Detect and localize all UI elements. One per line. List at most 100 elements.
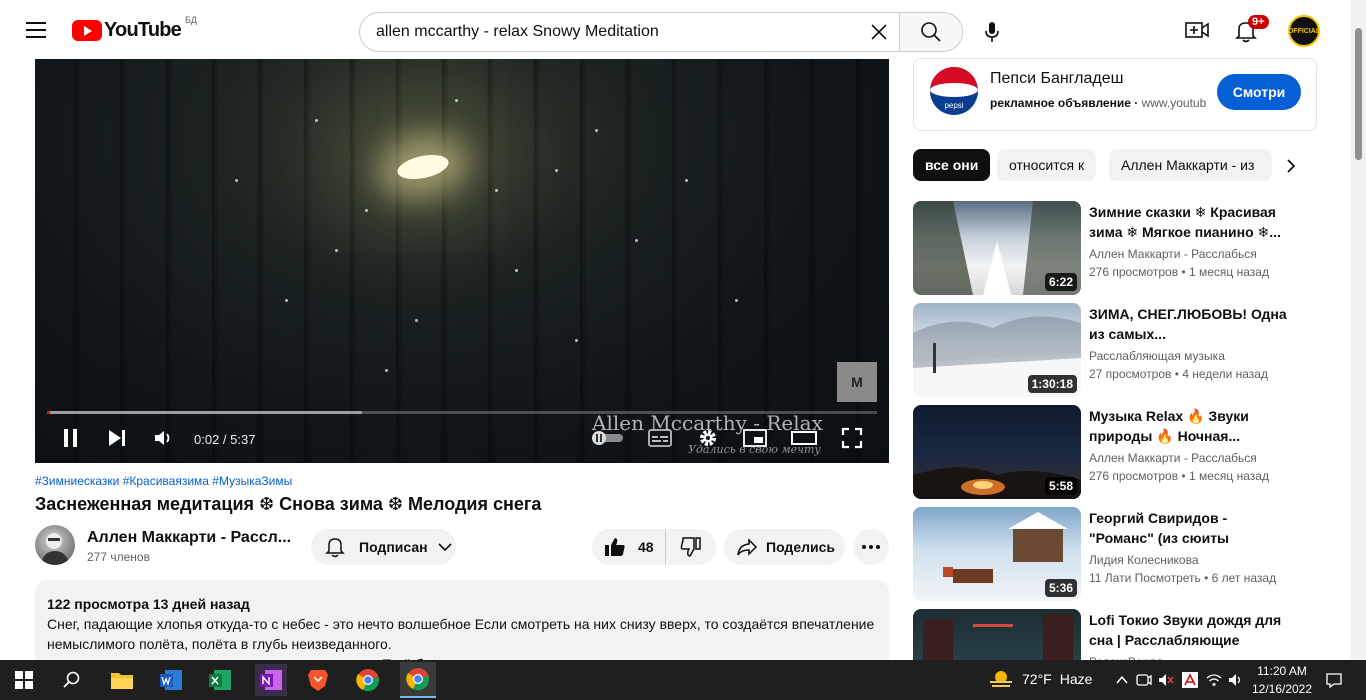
like-button[interactable]: 48 [592,529,666,565]
recommendation-item[interactable]: 1:30:18 ЗИМА, СНЕГ.ЛЮБОВЬ! Одна из самых… [913,303,1313,397]
volume-muted-icon[interactable] [1158,672,1174,688]
recommendation-thumbnail[interactable]: 1:30:18 [913,303,1081,397]
share-button[interactable]: Поделись [724,529,845,565]
views: 276 просмотров [1089,469,1179,483]
channel-name[interactable]: Аллен Маккарти - Рассл... [87,529,291,547]
description-box[interactable]: 122 просмотра 13 дней назад Снег, падающ… [35,580,889,672]
user-avatar[interactable]: OFFICIAL [1288,15,1320,47]
search-input[interactable] [376,23,859,41]
meet-now-icon[interactable] [1136,672,1152,688]
notification-count-badge: 9+ [1248,15,1269,29]
chip-related[interactable]: относится к [997,149,1097,181]
speaker-icon[interactable] [1228,672,1244,688]
recommendation-channel[interactable]: Аллен Маккарти - Расслабься [1089,451,1257,465]
recommendation-stats: 276 просмотров • 1 месяц назад [1089,265,1269,279]
video-hashtags[interactable]: #Зимниесказки #Красиваязима #МузыкаЗимы [35,474,292,488]
theater-mode-button[interactable] [789,425,819,451]
subscribe-button[interactable]: Подписан [311,529,456,565]
recommendation-channel[interactable]: Аллен Маккарти - Расслабься [1089,247,1257,261]
video-duration: 5:58 [1044,477,1077,495]
description-text: Снег, падающие хлопья откуда-то с небес … [47,616,875,652]
menu-icon[interactable] [26,22,46,38]
more-actions-button[interactable] [853,529,889,565]
ad-cta-button[interactable]: Смотри [1217,74,1301,110]
channel-watermark[interactable]: M [837,362,877,402]
create-video-icon[interactable] [1184,18,1210,42]
recommendation-item[interactable]: 6:22 Зимние сказки ❄ Красивая зима ❄ Мяг… [913,201,1313,295]
ad-label: рекламное объявление · www.youtub [990,96,1207,110]
settings-button[interactable] [695,425,721,451]
recommendation-channel[interactable]: Расслабляющая музыка [1089,349,1225,363]
chrome-active-icon[interactable] [400,662,436,698]
taskbar-search-icon[interactable] [58,666,86,694]
miniplayer-icon [743,429,767,447]
onenote-icon[interactable] [255,664,287,696]
excel-icon[interactable] [206,666,234,694]
video-duration: 1:30:18 [1027,375,1077,393]
miniplayer-button[interactable] [742,425,768,451]
recommendation-item[interactable]: 5:58 Музыка Relax 🔥 Звуки природы 🔥 Ночн… [913,405,1313,499]
voice-search-button[interactable] [972,12,1012,52]
word-icon[interactable] [157,666,185,694]
recommendation-item[interactable]: 5:36 Георгий Свиридов - "Романс" (из сюи… [913,507,1313,601]
page-scrollbar-thumb[interactable] [1355,28,1362,160]
search-button[interactable] [899,12,963,52]
recommendation-title[interactable]: Музыка Relax 🔥 Звуки природы 🔥 Ночная... [1089,406,1289,446]
chip-channel[interactable]: Аллен Маккарти - из [1109,149,1272,181]
recommendation-thumbnail[interactable]: 6:22 [913,201,1081,295]
acrobat-icon[interactable] [1182,672,1198,688]
autoplay-toggle[interactable] [591,425,625,451]
ad-label-text: рекламное объявление [990,96,1131,110]
dislike-button[interactable] [666,529,716,565]
recommendation-title[interactable]: ЗИМА, СНЕГ.ЛЮБОВЬ! Одна из самых... [1089,304,1289,344]
file-explorer-icon[interactable] [108,666,136,694]
avatar-text: OFFICIAL [1287,27,1321,35]
progress-played [47,411,51,414]
recommendation-title[interactable]: Георгий Свиридов - "Романс" (из сюиты "М… [1089,508,1289,548]
haze-weather-icon [990,671,1012,687]
clock-time: 11:20 AM [1257,664,1307,678]
recommendation-title[interactable]: Зимние сказки ❄ Красивая зима ❄ Мягкое п… [1089,202,1289,242]
notifications-center-icon[interactable] [1326,672,1342,689]
chrome-icon[interactable] [354,666,382,694]
video-duration: 5:36 [1044,579,1077,597]
pause-button[interactable] [59,425,83,451]
wifi-icon[interactable] [1206,672,1222,688]
next-button[interactable] [105,425,129,451]
chip-all[interactable]: все они [913,149,991,181]
system-clock[interactable]: 11:20 AM 12/16/2022 [1246,662,1318,698]
pepsi-logo: pepsi [930,67,978,115]
brave-browser-icon[interactable] [304,666,332,694]
fullscreen-button[interactable] [839,425,865,451]
recommendation-stats: 11 Лати Посмотреть • 6 лет назад [1089,571,1277,585]
progress-bar[interactable] [47,411,877,414]
chips-next-button[interactable] [1278,153,1304,179]
progress-buffered [47,411,363,414]
search-bar [359,12,963,52]
ad-url: www.youtub [1141,96,1207,110]
more-horizontal-icon [862,545,880,549]
recommendation-title[interactable]: Lofi Токио Звуки дождя для сна | Расслаб… [1089,610,1289,650]
microphone-icon [985,22,999,42]
windows-start-icon[interactable] [10,666,38,694]
clear-search-icon[interactable] [859,13,899,51]
recommendation-thumbnail[interactable]: 5:36 [913,507,1081,601]
video-player[interactable]: Allen Mccarthy - Relax Удались в свою ме… [35,59,889,463]
recommendation-thumbnail[interactable]: 5:58 [913,405,1081,499]
subtitles-icon [648,429,672,447]
volume-button[interactable] [151,425,175,451]
logo-text: YouTube [104,19,182,41]
recommendation-channel[interactable]: Лидия Колесникова [1089,553,1199,567]
show-hidden-icons[interactable] [1114,672,1130,688]
fullscreen-icon [841,427,863,449]
theater-mode-icon [791,431,817,445]
subtitles-button[interactable] [647,425,673,451]
pepsi-logo-text: pepsi [944,101,964,110]
channel-avatar[interactable] [35,525,75,565]
recommendation-stats: 276 просмотров • 1 месяц назад [1089,469,1269,483]
thumbs-down-icon [680,537,701,557]
weather-widget[interactable]: 72°F Haze [988,668,1092,690]
youtube-logo[interactable]: YouTube БД [72,15,197,42]
ad-card[interactable]: pepsi Пепси Бангладеш рекламное объявлен… [913,58,1317,131]
chevron-right-icon [1287,159,1296,173]
